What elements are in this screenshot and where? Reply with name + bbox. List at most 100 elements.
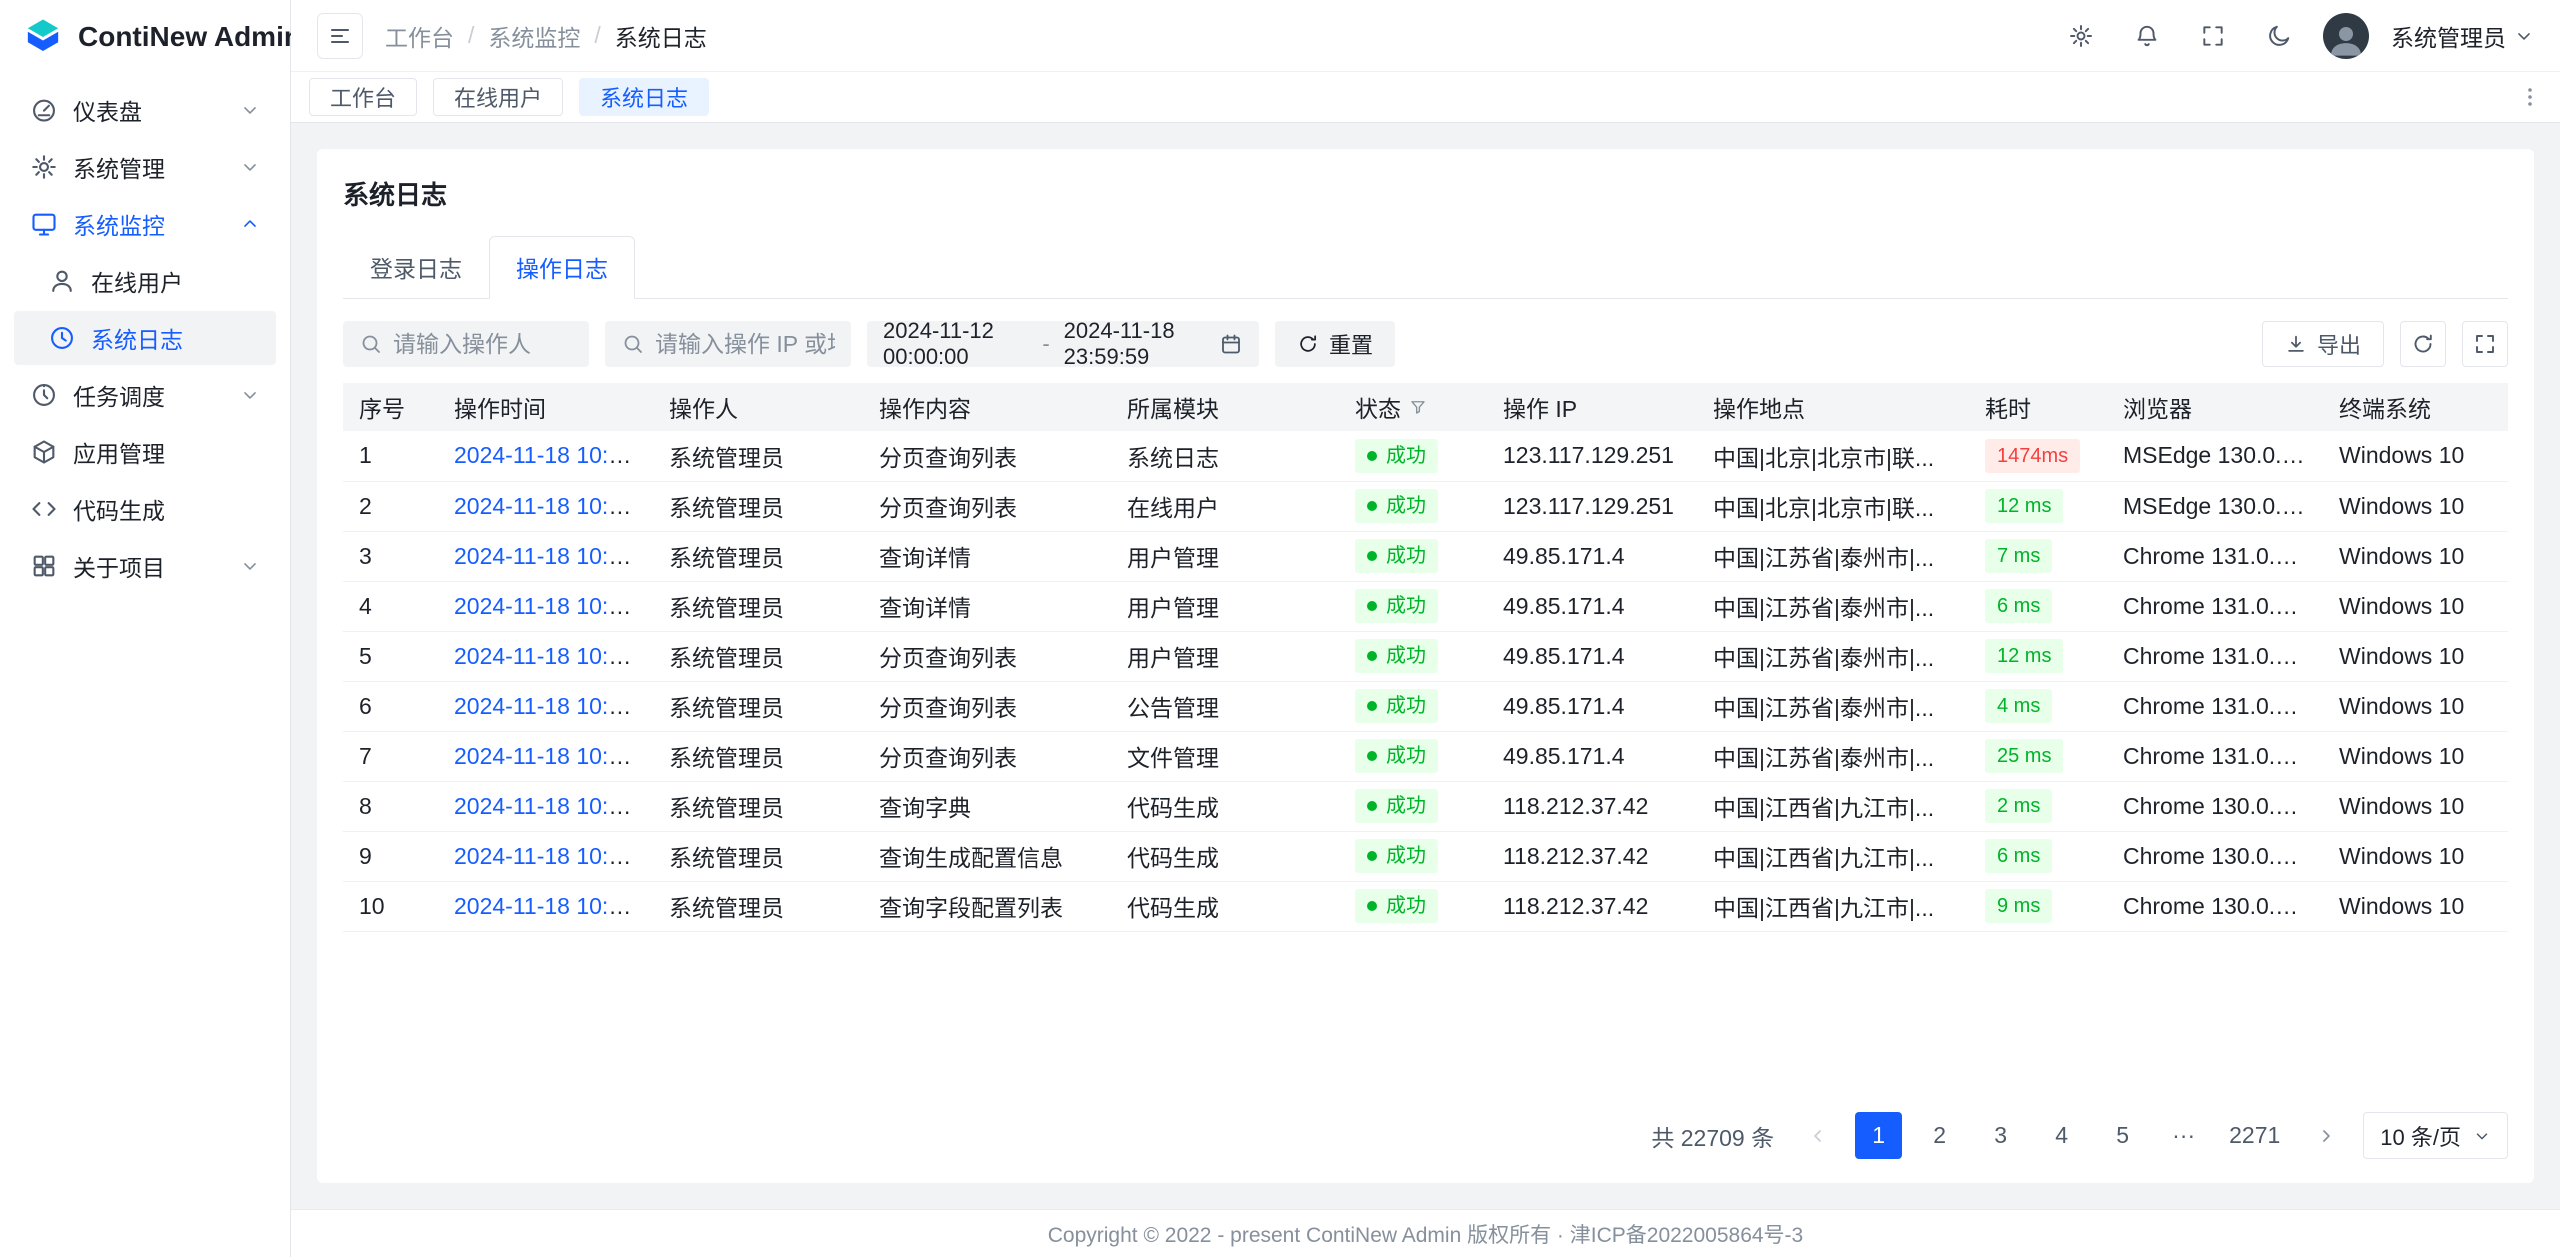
time-link[interactable]: 2024-11-18 10:51:49	[454, 843, 653, 869]
grid-icon	[30, 552, 58, 580]
sidebar-item-code-generation[interactable]: 代码生成	[14, 482, 276, 536]
time-link[interactable]: 2024-11-18 10:51:52	[454, 743, 653, 769]
pagination-prev-button[interactable]	[1794, 1112, 1841, 1159]
page-ellipsis-button[interactable]: ···	[2160, 1112, 2207, 1159]
tabbar-more-icon[interactable]	[2518, 85, 2542, 109]
reset-button[interactable]: 重置	[1275, 321, 1395, 367]
operator-search-field[interactable]	[343, 321, 589, 367]
sidebar-item-task-schedule[interactable]: 任务调度	[14, 368, 276, 422]
page-button-last[interactable]: 2271	[2221, 1112, 2288, 1159]
date-range-picker[interactable]: 2024-11-12 00:00:00 - 2024-11-18 23:59:5…	[867, 321, 1259, 367]
cell-duration: 6 ms	[1969, 581, 2107, 631]
duration-badge: 2 ms	[1985, 789, 2052, 823]
cell-status: 成功	[1339, 881, 1487, 931]
cell-content: 查询字段配置列表	[863, 881, 1111, 931]
cell-index: 1	[343, 431, 438, 481]
dark-mode-moon-icon[interactable]	[2257, 14, 2301, 58]
search-icon	[621, 332, 645, 356]
duration-badge: 6 ms	[1985, 589, 2052, 623]
page-button[interactable]: 1	[1855, 1112, 1902, 1159]
sidebar-item-online-users[interactable]: 在线用户	[14, 254, 276, 308]
table-row: 22024-11-18 10:52:47系统管理员分页查询列表在线用户成功123…	[343, 481, 2508, 531]
cell-ip: 118.212.37.42	[1487, 881, 1697, 931]
pagination: 共 22709 条 12345···2271 10 条/页	[343, 1094, 2508, 1167]
duration-badge: 1474ms	[1985, 439, 2080, 473]
tab-system-log[interactable]: 系统日志	[579, 78, 709, 116]
cell-status: 成功	[1339, 731, 1487, 781]
cell-os: Windows 10	[2323, 631, 2508, 681]
cell-os: Windows 10	[2323, 531, 2508, 581]
breadcrumb-item[interactable]: 系统监控	[488, 19, 580, 53]
time-link[interactable]: 2024-11-18 10:51:55	[454, 643, 653, 669]
export-button[interactable]: 导出	[2262, 321, 2384, 367]
fullscreen-icon[interactable]	[2191, 14, 2235, 58]
page-button[interactable]: 3	[1977, 1112, 2024, 1159]
cell-content: 查询字典	[863, 781, 1111, 831]
app-logo[interactable]: ContiNew Admin	[0, 0, 290, 73]
sidebar-item-system-monitor[interactable]: 系统监控	[14, 197, 276, 251]
ip-search-input[interactable]	[655, 331, 835, 358]
page-button[interactable]: 4	[2038, 1112, 2085, 1159]
tab-login-log[interactable]: 登录日志	[343, 236, 489, 299]
sidebar-item-app-management[interactable]: 应用管理	[14, 425, 276, 479]
sidebar-item-system-log[interactable]: 系统日志	[14, 311, 276, 365]
cell-index: 8	[343, 781, 438, 831]
ip-search-field[interactable]	[605, 321, 851, 367]
cell-content: 分页查询列表	[863, 481, 1111, 531]
cell-module: 代码生成	[1111, 881, 1339, 931]
column-header: 浏览器	[2107, 383, 2323, 431]
sidebar-item-system-management[interactable]: 系统管理	[14, 140, 276, 194]
status-badge: 成功	[1355, 889, 1438, 923]
page-size-select[interactable]: 10 条/页	[2363, 1112, 2508, 1159]
page-title: 系统日志	[343, 175, 2508, 212]
page-button[interactable]: 2	[1916, 1112, 1963, 1159]
cell-browser: Chrome 130.0.0.0	[2107, 881, 2323, 931]
cell-duration: 1474ms	[1969, 431, 2107, 481]
cell-index: 2	[343, 481, 438, 531]
history-icon	[48, 324, 76, 352]
time-link[interactable]: 2024-11-18 10:52:05	[454, 593, 653, 619]
cell-ip: 49.85.171.4	[1487, 531, 1697, 581]
page-button[interactable]: 5	[2099, 1112, 2146, 1159]
time-link[interactable]: 2024-11-18 10:51:49	[454, 893, 653, 919]
user-menu[interactable]: 系统管理员	[2391, 19, 2534, 53]
cell-content: 分页查询列表	[863, 731, 1111, 781]
tab-operation-log[interactable]: 操作日志	[489, 236, 635, 299]
sidebar-item-about-project[interactable]: 关于项目	[14, 539, 276, 593]
time-link[interactable]: 2024-11-18 10:52:12	[454, 543, 653, 569]
time-link[interactable]: 2024-11-18 10:51:50	[454, 793, 653, 819]
status-badge: 成功	[1355, 589, 1438, 623]
table-refresh-button[interactable]	[2400, 321, 2446, 367]
time-link[interactable]: 2024-11-18 10:52:55	[454, 442, 653, 468]
column-header: 操作时间	[438, 383, 653, 431]
cell-index: 6	[343, 681, 438, 731]
cell-browser: Chrome 131.0.0.0	[2107, 681, 2323, 731]
filter-icon[interactable]	[1409, 398, 1427, 416]
tab-workbench[interactable]: 工作台	[309, 78, 417, 116]
time-link[interactable]: 2024-11-18 10:52:47	[454, 493, 653, 519]
cell-os: Windows 10	[2323, 731, 2508, 781]
settings-icon[interactable]	[2059, 14, 2103, 58]
cell-ip: 118.212.37.42	[1487, 781, 1697, 831]
sidebar-item-dashboard[interactable]: 仪表盘	[14, 83, 276, 137]
table-fullscreen-button[interactable]	[2462, 321, 2508, 367]
cell-status: 成功	[1339, 431, 1487, 481]
status-dot-icon	[1367, 801, 1377, 811]
time-link[interactable]: 2024-11-18 10:51:53	[454, 693, 653, 719]
code-icon	[30, 495, 58, 523]
cell-content: 查询详情	[863, 581, 1111, 631]
operator-search-input[interactable]	[393, 331, 573, 358]
pagination-next-button[interactable]	[2302, 1112, 2349, 1159]
bell-icon[interactable]	[2125, 14, 2169, 58]
tab-online-users[interactable]: 在线用户	[433, 78, 563, 116]
column-header: 状态	[1339, 383, 1487, 431]
sidebar-submenu-monitor: 在线用户 系统日志	[14, 254, 276, 365]
status-dot-icon	[1367, 451, 1377, 461]
cell-browser: Chrome 131.0.0.0	[2107, 631, 2323, 681]
cell-location: 中国|北京|北京市|联...	[1697, 431, 1969, 481]
cell-duration: 9 ms	[1969, 881, 2107, 931]
breadcrumb-item[interactable]: 工作台	[385, 19, 454, 53]
user-avatar[interactable]	[2323, 13, 2369, 59]
chevron-down-icon	[2514, 26, 2534, 46]
menu-collapse-button[interactable]	[317, 13, 363, 59]
